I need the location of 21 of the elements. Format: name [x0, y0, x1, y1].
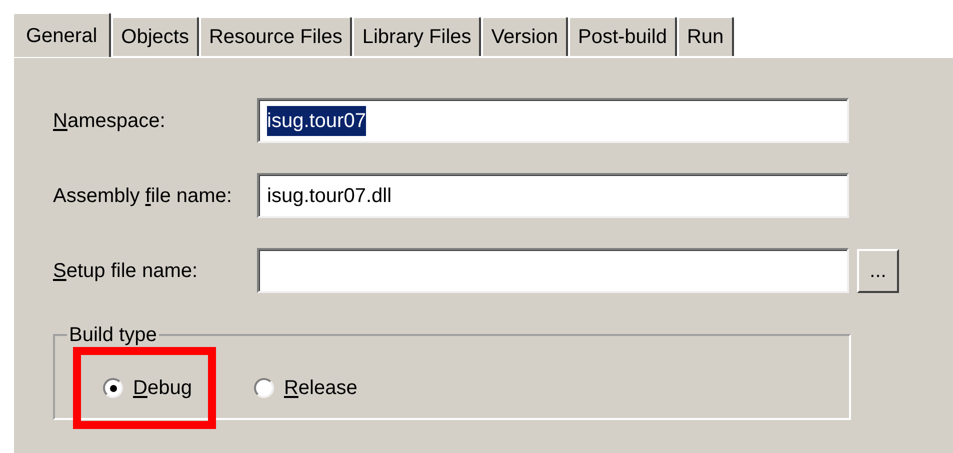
tab[interactable]: Post-build	[568, 16, 677, 56]
tab[interactable]: Version	[481, 16, 568, 56]
tab[interactable]: Objects	[111, 16, 199, 56]
field-label: Setup file name:	[53, 258, 199, 284]
radio-button[interactable]	[254, 378, 274, 398]
radio-button[interactable]	[103, 378, 123, 398]
tab[interactable]: General	[12, 12, 112, 57]
group-title: Build type	[68, 324, 158, 346]
radio-label: Debug	[133, 376, 192, 401]
field-label: Assembly file name:	[53, 184, 233, 208]
field-label: Namespace:	[53, 108, 166, 134]
text-field[interactable]: isug.tour07	[257, 98, 849, 143]
text-field[interactable]: isug.tour07.dll	[257, 173, 849, 218]
tab[interactable]: Resource Files	[198, 16, 352, 56]
browse-button[interactable]: ...	[857, 248, 899, 292]
radio-option[interactable]: Release	[246, 347, 366, 429]
tab[interactable]: Run	[676, 16, 734, 56]
radio-label: Release	[284, 376, 358, 401]
text-field[interactable]	[257, 248, 849, 293]
radio-option[interactable]: Debug	[73, 347, 216, 429]
tab[interactable]: Library Files	[352, 16, 482, 56]
